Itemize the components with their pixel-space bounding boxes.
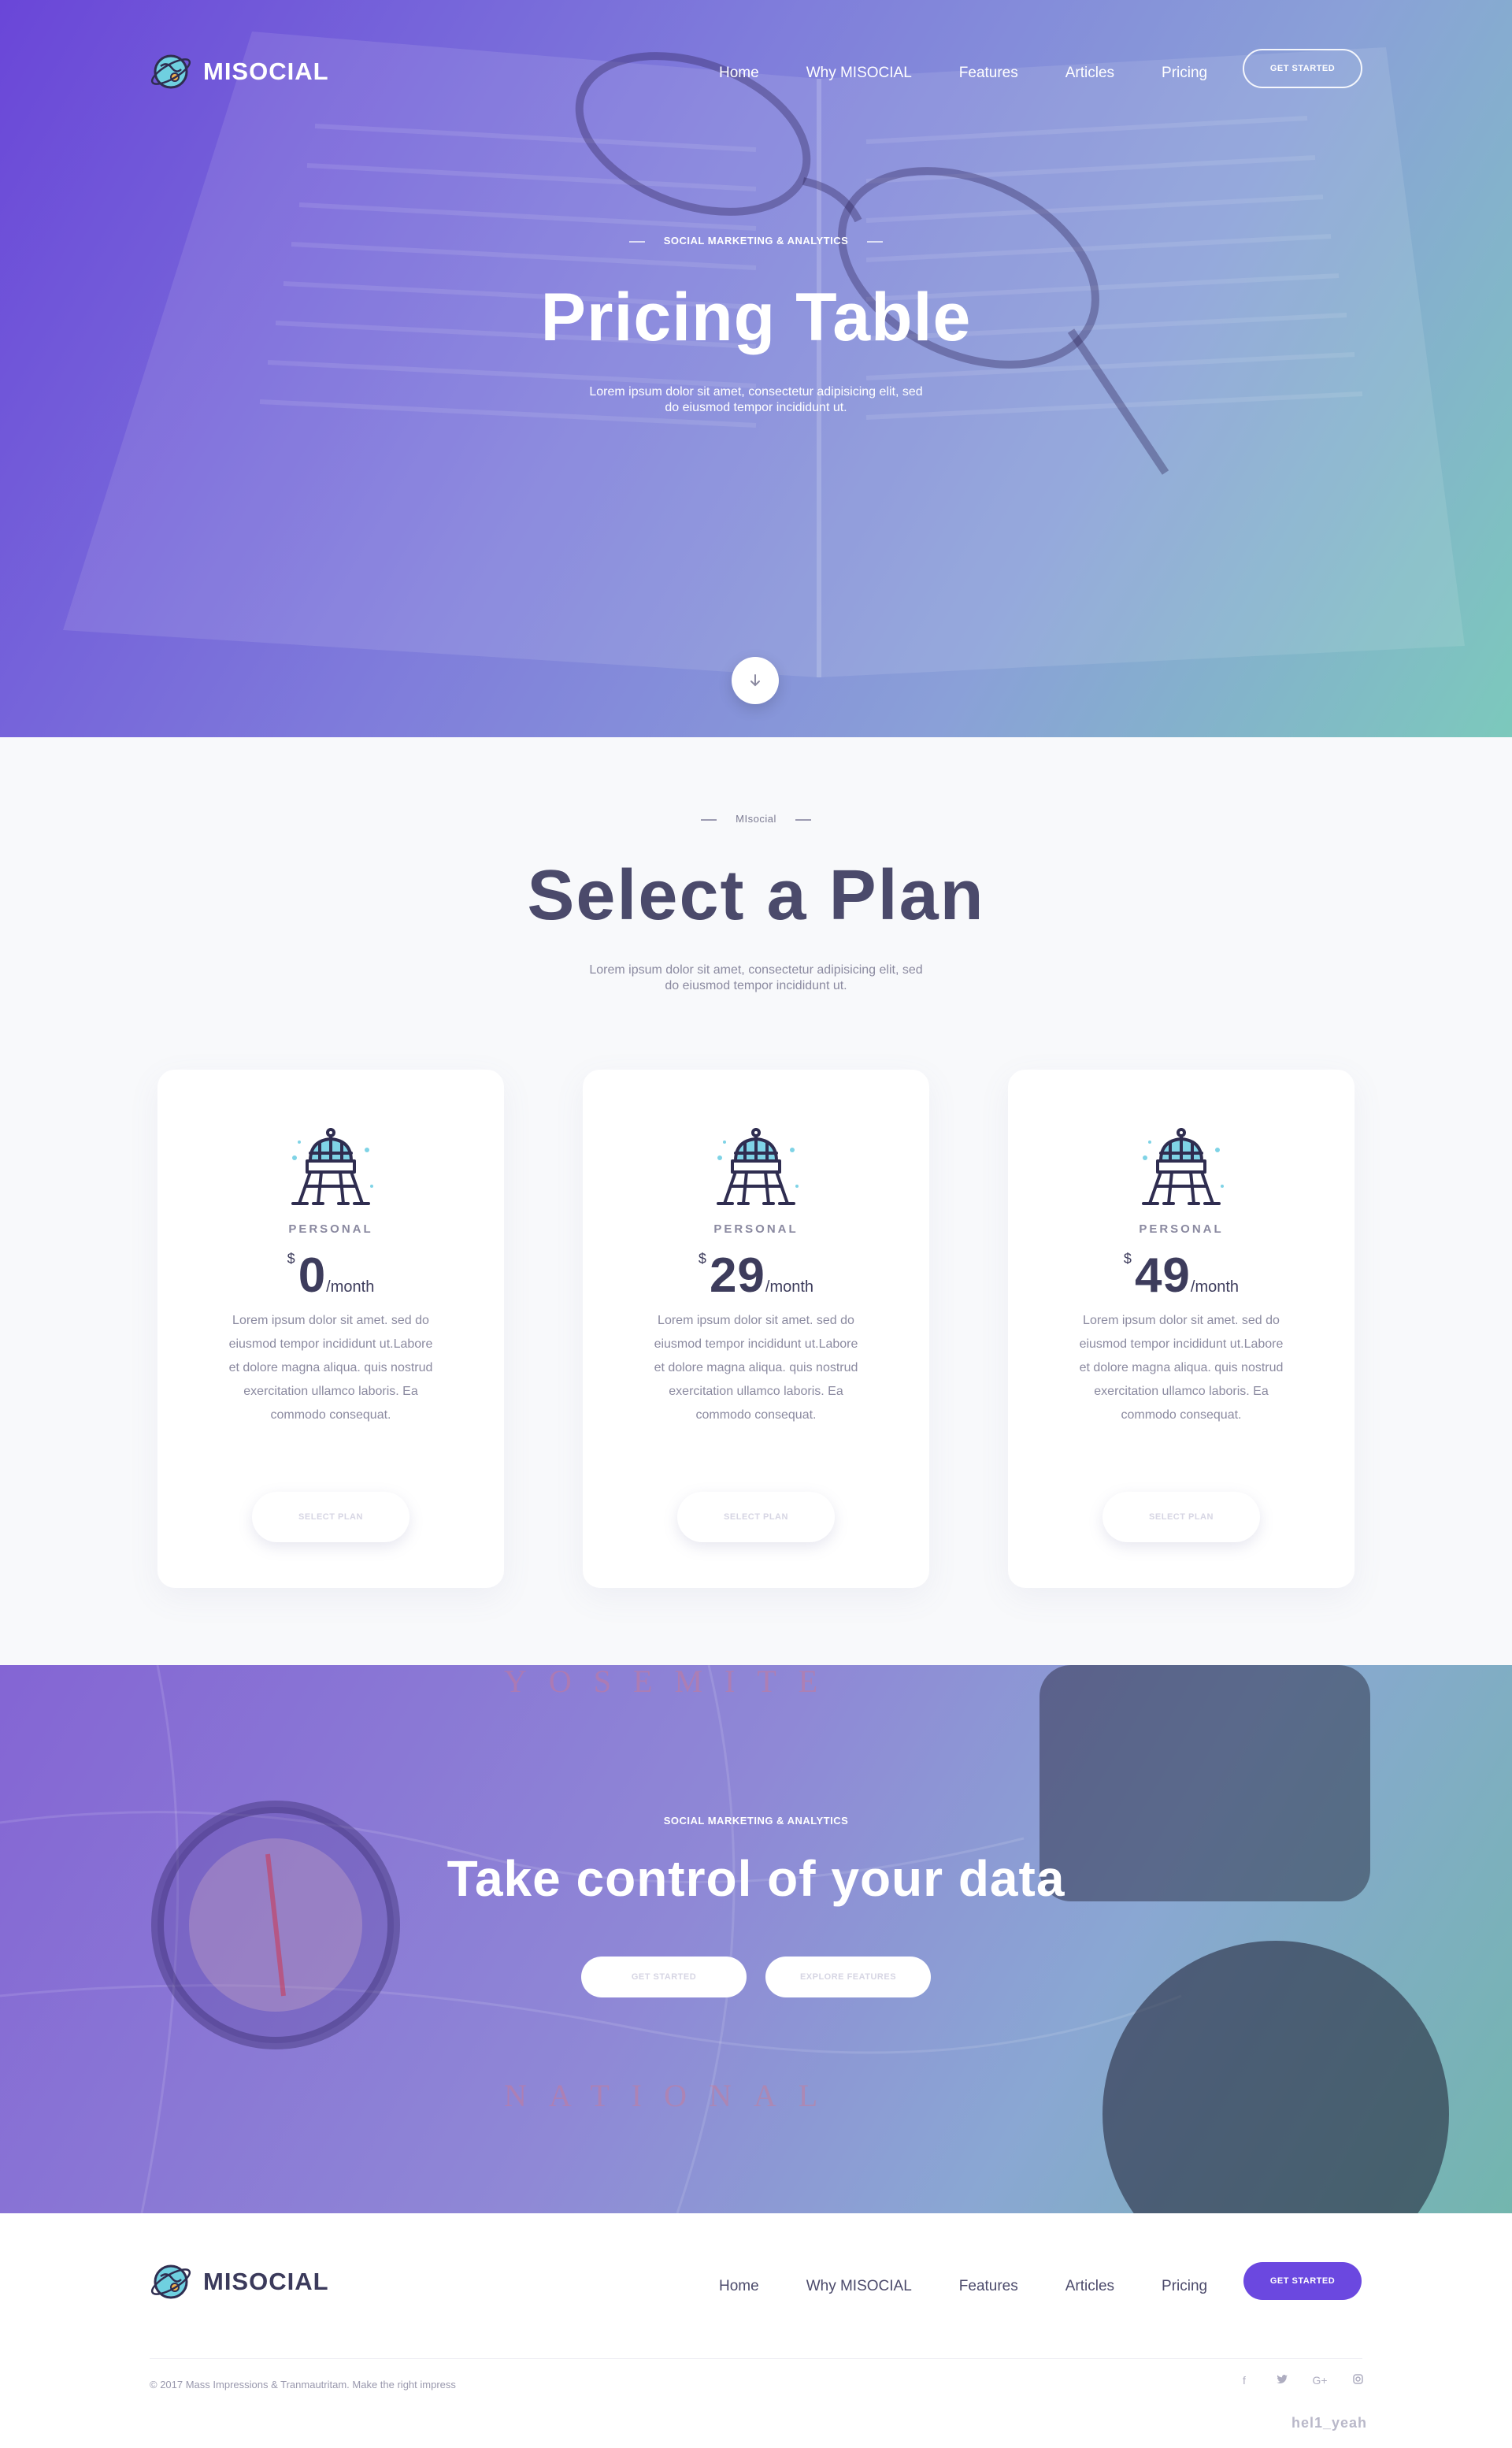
lunar-lander-icon <box>1142 1128 1224 1205</box>
top-navigation: MISOCIAL Home Why MISOCIAL Features Arti… <box>0 47 1512 95</box>
nav-links: Home Why MISOCIAL Features Articles Pric… <box>719 65 1254 82</box>
cta-section: YOSEMITE NATIONAL SOCIAL MARKETING & ANA… <box>0 1665 1512 2213</box>
plan-card: PERSONAL $49/month Lorem ipsum dolor sit… <box>1008 1070 1354 1588</box>
price-currency: $ <box>698 1251 706 1267</box>
copyright-text: © 2017 Mass Impressions & Tranmautritam.… <box>150 2379 456 2391</box>
plans-eyebrow-text: MIsocial <box>736 813 776 825</box>
price-period: /month <box>1190 1278 1240 1296</box>
get-started-button[interactable]: GET STARTED <box>581 1957 747 1997</box>
plans-title: Select a Plan <box>527 856 985 935</box>
footer: MISOCIAL Home Why MISOCIAL Features Arti… <box>0 2213 1512 2448</box>
plan-card: PERSONAL $29/month Lorem ipsum dolor sit… <box>583 1070 929 1588</box>
price-currency: $ <box>1123 1251 1132 1267</box>
plans-section: MIsocial Select a Plan Lorem ipsum dolor… <box>0 737 1512 1665</box>
hero-title: Pricing Table <box>540 280 972 355</box>
footer-link-home[interactable]: Home <box>719 2278 759 2295</box>
footer-link-pricing[interactable]: Pricing <box>1162 2278 1207 2295</box>
brand-logo[interactable]: MISOCIAL <box>150 50 329 93</box>
hero-section: MISOCIAL Home Why MISOCIAL Features Arti… <box>0 0 1512 737</box>
plan-card: PERSONAL $0/month Lorem ipsum dolor sit … <box>158 1070 504 1588</box>
hero-eyebrow-text: SOCIAL MARKETING & ANALYTICS <box>663 235 849 247</box>
plan-description: Lorem ipsum dolor sit amet. sed do eiusm… <box>654 1314 858 1422</box>
select-plan-button[interactable]: SELECT PLAN <box>1102 1492 1260 1542</box>
nav-link-articles[interactable]: Articles <box>1065 65 1114 82</box>
social-links: f G+ <box>1236 2374 1366 2387</box>
planet-logo-icon <box>150 54 191 89</box>
plans-eyebrow: MIsocial <box>0 813 1512 825</box>
google-plus-icon[interactable]: G+ <box>1312 2374 1328 2387</box>
twitter-icon[interactable] <box>1274 2374 1290 2387</box>
price-period: /month <box>326 1278 375 1296</box>
arrow-down-icon <box>750 674 760 687</box>
svg-text:YOSEMITE: YOSEMITE <box>504 1665 839 1699</box>
plan-price: $29/month <box>583 1248 929 1304</box>
brand-name: MISOCIAL <box>203 2268 329 2295</box>
facebook-icon[interactable]: f <box>1236 2374 1252 2387</box>
scroll-down-button[interactable] <box>732 657 779 704</box>
cta-background-map-image: YOSEMITE NATIONAL <box>0 1665 1449 2213</box>
footer-nav-links: Home Why MISOCIAL Features Articles Pric… <box>719 2278 1254 2295</box>
cta-title: Take control of your data <box>447 1850 1065 1907</box>
footer-link-articles[interactable]: Articles <box>1065 2278 1114 2295</box>
planet-logo-icon <box>150 2264 191 2299</box>
plan-description: Lorem ipsum dolor sit amet. sed do eiusm… <box>1079 1314 1284 1422</box>
price-amount: 29 <box>709 1248 765 1303</box>
eyebrow-dash-left <box>701 818 717 821</box>
price-amount: 49 <box>1134 1248 1191 1303</box>
explore-features-button[interactable]: EXPLORE FEATURES <box>765 1957 931 1997</box>
footer-link-features[interactable]: Features <box>959 2278 1018 2295</box>
eyebrow-dash-left <box>628 240 645 243</box>
cta-buttons: GET STARTED EXPLORE FEATURES <box>581 1957 931 1997</box>
price-amount: 0 <box>298 1248 327 1303</box>
select-plan-button[interactable]: SELECT PLAN <box>677 1492 835 1542</box>
lunar-lander-icon <box>717 1128 799 1205</box>
cta-eyebrow: SOCIAL MARKETING & ANALYTICS <box>663 1815 849 1827</box>
nav-link-pricing[interactable]: Pricing <box>1162 65 1207 82</box>
eyebrow-dash-right <box>795 818 811 821</box>
plan-price: $0/month <box>158 1248 504 1304</box>
brand-name: MISOCIAL <box>203 57 329 85</box>
plan-tier: PERSONAL <box>288 1222 373 1236</box>
hero-subtitle: Lorem ipsum dolor sit amet, consectetur … <box>589 385 923 414</box>
plan-price: $49/month <box>1008 1248 1354 1304</box>
price-currency: $ <box>287 1251 295 1267</box>
nav-link-home[interactable]: Home <box>719 65 759 82</box>
nav-link-why[interactable]: Why MISOCIAL <box>806 65 912 82</box>
footer-divider <box>150 2358 1362 2359</box>
footer-get-started-button[interactable]: GET STARTED <box>1243 2262 1362 2300</box>
select-plan-button[interactable]: SELECT PLAN <box>252 1492 410 1542</box>
get-started-button[interactable]: GET STARTED <box>1243 49 1362 88</box>
plan-tier: PERSONAL <box>713 1222 799 1236</box>
watermark-text: hel1_yeah <box>1292 2415 1368 2431</box>
footer-link-why[interactable]: Why MISOCIAL <box>806 2278 912 2295</box>
plan-description: Lorem ipsum dolor sit amet. sed do eiusm… <box>228 1314 433 1422</box>
hero-background-book-image <box>63 32 1465 677</box>
plan-tier: PERSONAL <box>1139 1222 1224 1236</box>
eyebrow-dash-right <box>867 240 884 243</box>
nav-link-features[interactable]: Features <box>959 65 1018 82</box>
hero-eyebrow: SOCIAL MARKETING & ANALYTICS <box>0 235 1512 247</box>
price-period: /month <box>765 1278 814 1296</box>
plans-subtitle: Lorem ipsum dolor sit amet, consectetur … <box>589 963 923 992</box>
instagram-icon[interactable] <box>1350 2374 1366 2387</box>
footer-brand-logo[interactable]: MISOCIAL <box>150 2261 329 2303</box>
svg-text:NATIONAL: NATIONAL <box>504 2078 839 2113</box>
lunar-lander-icon <box>291 1128 373 1205</box>
